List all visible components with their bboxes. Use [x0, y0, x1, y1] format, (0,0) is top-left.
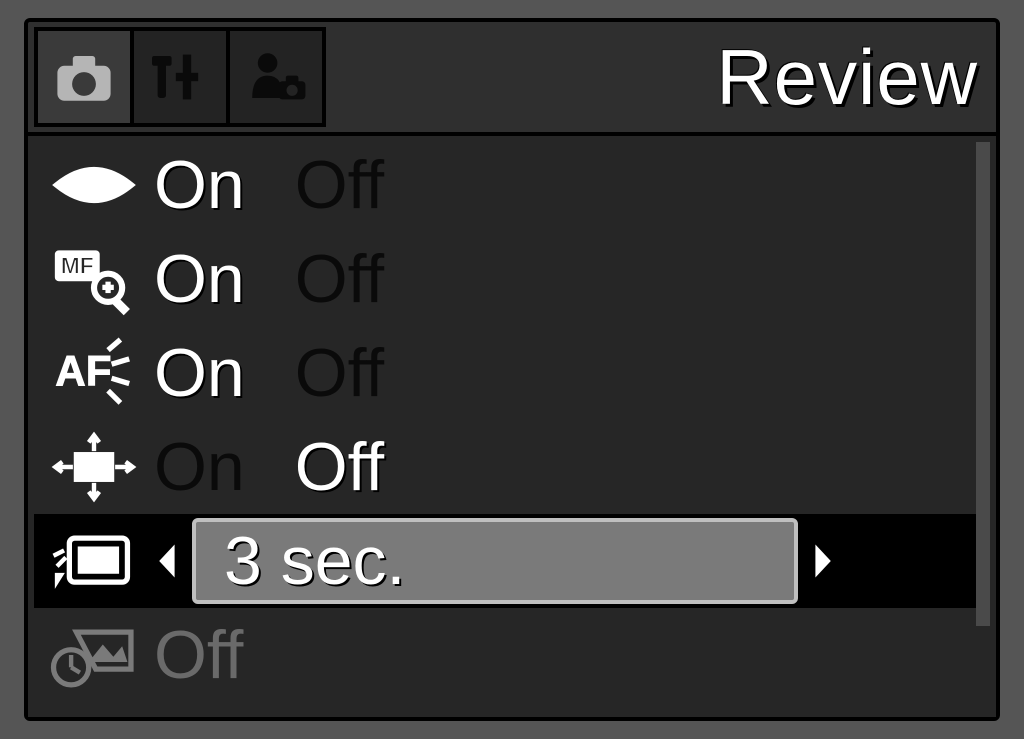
- menu-row-mf-zoom[interactable]: MF On Off: [34, 232, 976, 326]
- row-values: On Off: [154, 428, 384, 506]
- tab-my-menu[interactable]: [226, 27, 326, 127]
- scroll-thumb[interactable]: [976, 142, 990, 626]
- date-stamp-icon: [34, 616, 154, 694]
- menu-row-af-assist[interactable]: AF On Off: [34, 326, 976, 420]
- row-values: On Off: [154, 240, 384, 318]
- menu-title: Review: [716, 32, 978, 123]
- menu-row-frame-expand[interactable]: On Off: [34, 420, 976, 514]
- arrow-left-icon[interactable]: [154, 539, 182, 583]
- menu-body: On Off MF On: [28, 132, 996, 717]
- menu-header: Review: [28, 22, 996, 132]
- mf-zoom-icon: MF: [34, 240, 154, 318]
- scrollbar[interactable]: [976, 142, 990, 711]
- option-on[interactable]: On: [154, 240, 245, 318]
- option-off[interactable]: Off: [295, 428, 384, 506]
- svg-text:AF: AF: [55, 347, 111, 394]
- option-on[interactable]: On: [154, 334, 245, 412]
- option-on[interactable]: On: [154, 428, 245, 506]
- menu-tabs: [34, 27, 326, 127]
- tab-shooting[interactable]: [34, 27, 134, 127]
- menu-list: On Off MF On: [28, 136, 976, 717]
- option-off: Off: [154, 616, 243, 694]
- option-off[interactable]: Off: [295, 240, 384, 318]
- option-on[interactable]: On: [154, 146, 245, 224]
- row-values: On Off: [154, 334, 384, 412]
- selected-value[interactable]: 3 sec.: [192, 518, 798, 604]
- eye-icon: [34, 146, 154, 224]
- menu-row-redeye[interactable]: On Off: [34, 138, 976, 232]
- option-off[interactable]: Off: [295, 334, 384, 412]
- option-off[interactable]: Off: [295, 146, 384, 224]
- value-selector: 3 sec.: [154, 514, 976, 608]
- camera-menu-screen: Review On Off: [24, 18, 1000, 721]
- row-values: On Off: [154, 146, 384, 224]
- menu-row-review[interactable]: 3 sec.: [34, 514, 976, 608]
- af-assist-icon: AF: [34, 334, 154, 412]
- menu-row-date-stamp[interactable]: Off: [34, 608, 976, 702]
- review-display-icon: [34, 522, 154, 600]
- svg-text:MF: MF: [61, 253, 94, 279]
- tab-setup[interactable]: [130, 27, 230, 127]
- frame-expand-icon: [34, 428, 154, 506]
- row-values: Off: [154, 616, 243, 694]
- arrow-right-icon[interactable]: [808, 539, 836, 583]
